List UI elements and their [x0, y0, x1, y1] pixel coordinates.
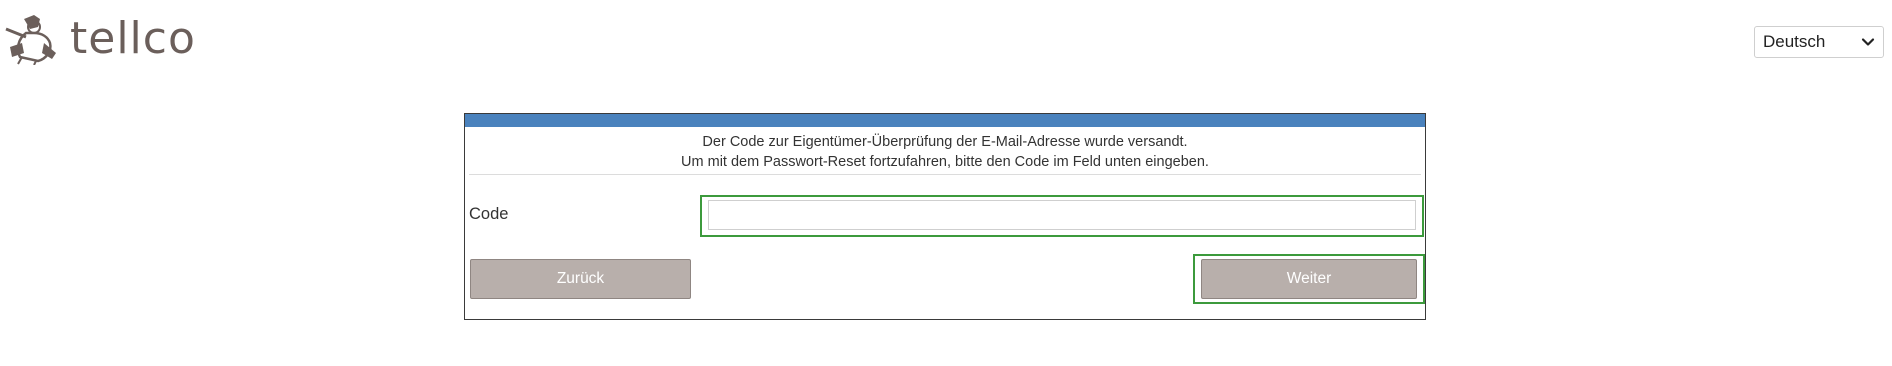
language-selected: Deutsch — [1763, 32, 1826, 51]
chevron-down-icon — [1861, 38, 1875, 46]
logo[interactable]: tellco — [4, 10, 204, 68]
verification-panel: Der Code zur Eigentümer-Überprüfung der … — [464, 113, 1426, 320]
next-button-focus: Weiter — [1193, 254, 1425, 304]
code-field-focus — [700, 195, 1424, 237]
language-select[interactable]: Deutsch — [1754, 26, 1884, 58]
code-input[interactable] — [708, 200, 1416, 230]
panel-header-bar — [465, 114, 1425, 127]
header: tellco Deutsch — [0, 0, 1892, 80]
code-label: Code — [469, 205, 509, 223]
next-button[interactable]: Weiter — [1201, 259, 1417, 299]
intro-line-2: Um mit dem Passwort-Reset fortzufahren, … — [681, 154, 1209, 170]
intro-line-1: Der Code zur Eigentümer-Überprüfung der … — [702, 134, 1188, 150]
divider — [469, 174, 1421, 175]
mascot-icon — [4, 13, 60, 65]
logo-text: tellco — [70, 13, 196, 64]
back-button[interactable]: Zurück — [470, 259, 691, 299]
intro-text: Der Code zur Eigentümer-Überprüfung der … — [465, 127, 1425, 174]
